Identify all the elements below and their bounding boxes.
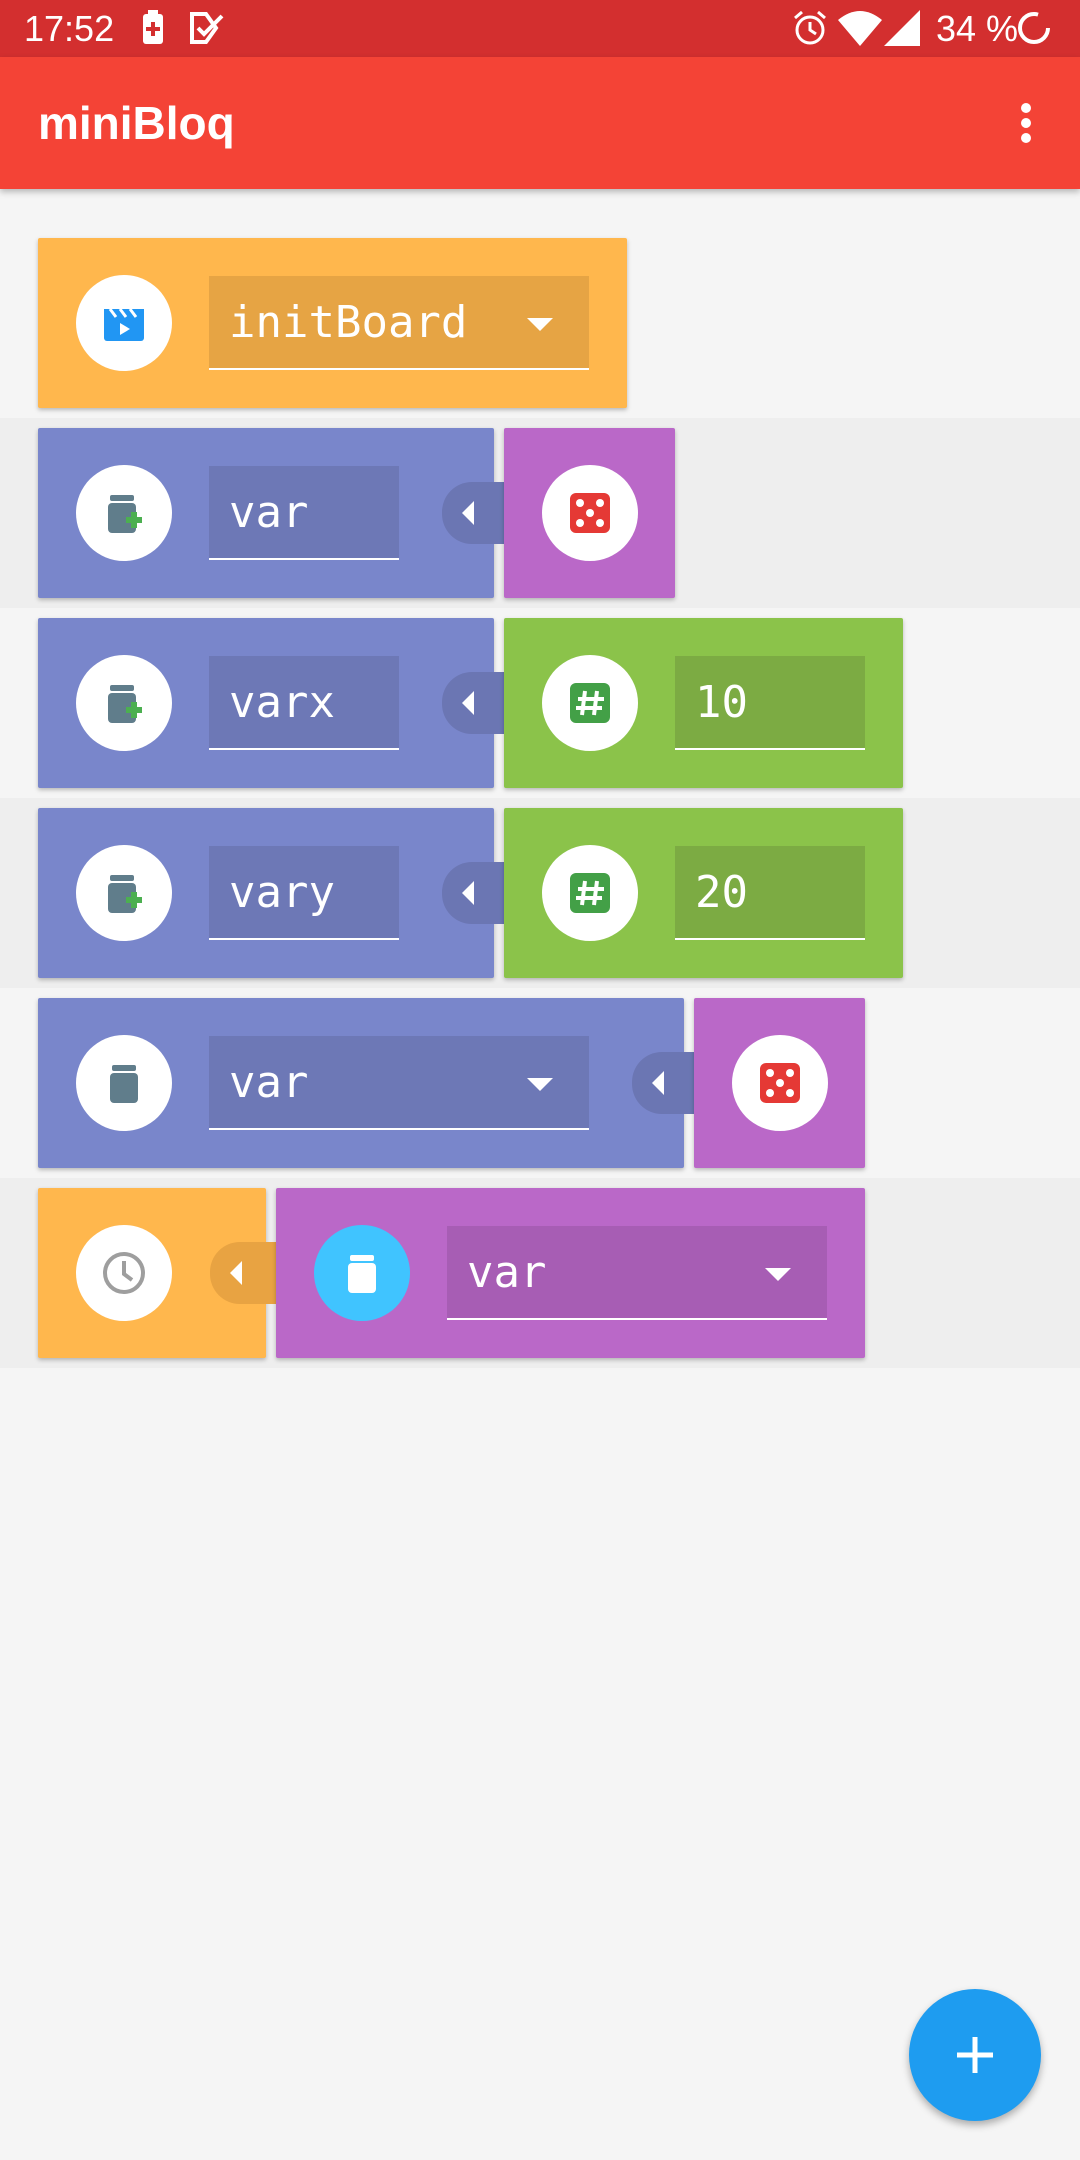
- variable-name-input[interactable]: var: [209, 466, 399, 560]
- status-bar: 17:52 34 %: [0, 0, 1080, 57]
- declare-variable-block[interactable]: vary: [38, 808, 494, 978]
- alarm-icon: [794, 10, 826, 45]
- app-title: miniBloq: [38, 97, 235, 149]
- block-icon-circle: [542, 655, 638, 751]
- dropdown-caret-icon: [527, 1078, 553, 1091]
- event-dropdown[interactable]: initBoard: [209, 276, 589, 370]
- block-icon-circle: [542, 465, 638, 561]
- hash-icon: [570, 683, 610, 723]
- variable-name: vary: [229, 867, 335, 918]
- add-block-button[interactable]: [909, 1989, 1041, 2121]
- dice-icon: [570, 493, 610, 533]
- block-icon-circle: [76, 845, 172, 941]
- block-icon-circle: [314, 1225, 410, 1321]
- event-dropdown-value: initBoard: [229, 297, 468, 348]
- jar-add-icon: [108, 685, 142, 723]
- block-icon-circle: [76, 465, 172, 561]
- jar-icon: [348, 1255, 376, 1293]
- block-icon-circle: [76, 655, 172, 751]
- variable-name-input[interactable]: varx: [209, 656, 399, 750]
- random-value-block[interactable]: [504, 428, 675, 598]
- variable-dropdown-value: var: [467, 1247, 547, 1298]
- app-bar: miniBloq: [0, 57, 1080, 189]
- dice-icon: [760, 1063, 800, 1103]
- declare-variable-block[interactable]: var: [38, 428, 494, 598]
- number-input[interactable]: 10: [675, 656, 865, 750]
- jar-add-icon: [108, 495, 142, 533]
- variable-name-input[interactable]: vary: [209, 846, 399, 940]
- loading-ring-icon: [1018, 12, 1050, 44]
- block-icon-circle: [732, 1035, 828, 1131]
- dropdown-caret-icon: [527, 318, 553, 331]
- variable-dropdown-value: var: [229, 1057, 309, 1108]
- number-value-block[interactable]: 10: [504, 618, 903, 788]
- declare-variable-block[interactable]: varx: [38, 618, 494, 788]
- hash-icon: [570, 873, 610, 913]
- number-input[interactable]: 20: [675, 846, 865, 940]
- jar-add-icon: [108, 875, 142, 913]
- battery-percent: 34 %: [936, 8, 1019, 49]
- jar-icon: [110, 1065, 138, 1103]
- wifi-icon: [838, 11, 882, 46]
- variable-value-block[interactable]: var: [276, 1188, 865, 1358]
- variable-dropdown[interactable]: var: [209, 1036, 589, 1130]
- random-value-block[interactable]: [694, 998, 865, 1168]
- clapperboard-icon: [104, 308, 144, 341]
- more-vert-icon[interactable]: [1006, 99, 1046, 153]
- init-board-block[interactable]: initBoard: [38, 238, 627, 408]
- variable-dropdown[interactable]: var: [447, 1226, 827, 1320]
- clock-icon: [103, 1252, 145, 1294]
- variable-name: varx: [229, 677, 335, 728]
- task-check-icon: [190, 12, 224, 44]
- status-time: 17:52: [24, 8, 115, 49]
- battery-saver-icon: [143, 10, 163, 44]
- block-icon-circle: [76, 1035, 172, 1131]
- dropdown-caret-icon: [765, 1268, 791, 1281]
- number-value: 10: [695, 677, 748, 728]
- signal-icon: [884, 10, 920, 46]
- plus-icon: [957, 2037, 993, 2073]
- variable-name: var: [229, 487, 309, 538]
- block-icon-circle: [542, 845, 638, 941]
- number-value: 20: [695, 867, 748, 918]
- block-icon-circle: [76, 275, 172, 371]
- number-value-block[interactable]: 20: [504, 808, 903, 978]
- set-variable-block[interactable]: var: [38, 998, 684, 1168]
- block-icon-circle: [76, 1225, 172, 1321]
